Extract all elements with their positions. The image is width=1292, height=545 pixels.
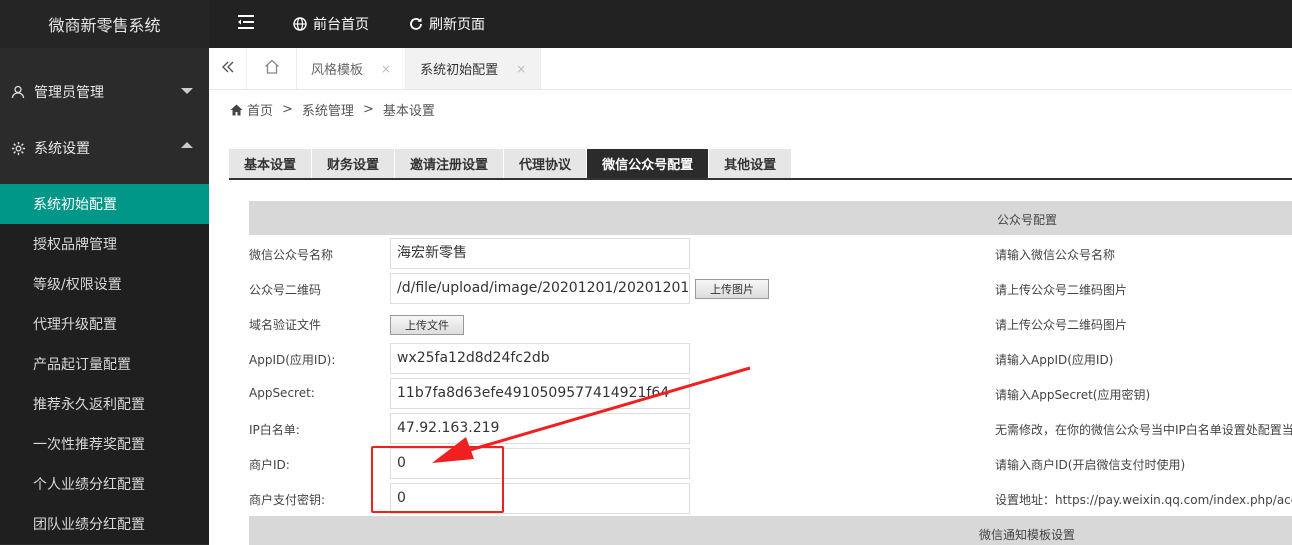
tab-other[interactable]: 其他设置 — [709, 149, 793, 178]
tab-basic[interactable]: 基本设置 — [229, 149, 313, 178]
menu-group-label: 系统设置 — [34, 141, 90, 157]
page-tab-bar: 风格模板 × 系统初始配置 × — [209, 48, 1292, 90]
section-title: 公众号配置 — [997, 213, 1058, 227]
close-icon[interactable]: × — [516, 62, 526, 76]
tab-home[interactable] — [247, 48, 297, 89]
field-hint: 请上传公众号二维码图片 — [995, 318, 1128, 332]
breadcrumb: 首页 > 系统管理 > 基本设置 — [230, 100, 435, 119]
breadcrumb-system[interactable]: 系统管理 — [302, 100, 354, 119]
field-label: 公众号二维码 — [249, 283, 322, 297]
home-icon — [264, 59, 280, 78]
ip-whitelist-input[interactable]: 47.92.163.219 — [390, 413, 690, 444]
front-page-link[interactable]: 前台首页 — [293, 14, 369, 34]
refresh-page-label: 刷新页面 — [429, 17, 485, 33]
field-hint: 请输入商户ID(开启微信支付时使用) — [995, 458, 1186, 472]
refresh-page-button[interactable]: 刷新页面 — [409, 14, 485, 34]
field-label: IP白名单: — [249, 423, 300, 437]
sidebar-item-moq[interactable]: 产品起订量配置 — [0, 344, 209, 384]
globe-icon — [293, 17, 307, 31]
field-label: 商户ID: — [249, 458, 290, 472]
upload-file-button[interactable]: 上传文件 — [390, 315, 464, 335]
field-label: 域名验证文件 — [249, 318, 322, 332]
menu-fold-button[interactable] — [237, 15, 255, 33]
front-page-label: 前台首页 — [313, 17, 369, 33]
double-chevron-left-icon — [221, 59, 235, 78]
tab-label: 系统初始配置 — [420, 63, 499, 78]
sidebar-item-brand[interactable]: 授权品牌管理 — [0, 224, 209, 264]
sidebar-item-upgrade[interactable]: 代理升级配置 — [0, 304, 209, 344]
sidebar-item-level[interactable]: 等级/权限设置 — [0, 264, 209, 304]
home-icon — [230, 104, 243, 116]
field-hint: 请输入微信公众号名称 — [995, 248, 1116, 262]
tab-init-config[interactable]: 系统初始配置 × — [406, 48, 542, 89]
form-row-ip-whitelist: IP白名单: 47.92.163.219 无需修改，在你的微信公众号当中IP白名… — [249, 411, 1292, 446]
form-row-appid: AppID(应用ID): wx25fa12d8d24fc2db 请输入AppID… — [249, 341, 1292, 376]
refresh-icon — [409, 17, 423, 31]
field-label: 商户支付密钥: — [249, 493, 326, 507]
sidebar-item-referral-bonus[interactable]: 一次性推荐奖配置 — [0, 424, 209, 464]
section-header-wechat: 公众号配置 — [249, 201, 1292, 235]
field-hint: 请上传公众号二维码图片 — [995, 283, 1128, 297]
form-row-appsecret: AppSecret: 11b7fa8d63efe4910509577414921… — [249, 376, 1292, 411]
tab-invite[interactable]: 邀请注册设置 — [395, 149, 505, 178]
field-hint: 请输入AppID(应用ID) — [995, 353, 1114, 367]
caret-up-icon — [181, 142, 193, 148]
annotation-highlight-box — [371, 446, 504, 513]
field-hint: 请输入AppSecret(应用密钥) — [995, 388, 1151, 402]
sidebar-item-personal-dividend[interactable]: 个人业绩分红配置 — [0, 464, 209, 504]
sidebar-item-team-dividend[interactable]: 团队业绩分红配置 — [0, 504, 209, 544]
tab-label: 风格模板 — [311, 63, 364, 78]
section-header-template: 微信通知模板设置 — [249, 516, 1292, 545]
user-icon — [10, 84, 26, 100]
qrcode-path-input[interactable]: /d/file/upload/image/20201201/202012011 — [390, 273, 690, 304]
config-tabs: 基本设置 财务设置 邀请注册设置 代理协议 微信公众号配置 其他设置 — [229, 149, 1292, 180]
sidebar-item-rebate[interactable]: 推荐永久返利配置 — [0, 384, 209, 424]
caret-down-icon — [181, 88, 193, 94]
tab-agreement[interactable]: 代理协议 — [504, 149, 588, 178]
menu-fold-icon — [237, 15, 255, 33]
breadcrumb-home[interactable]: 首页 — [247, 100, 273, 119]
form-row-name: 微信公众号名称 海宏新零售 请输入微信公众号名称 — [249, 236, 1292, 271]
menu-group-system[interactable]: 系统设置 — [0, 120, 209, 176]
field-hint: 设置地址：https://pay.weixin.qq.com/index.php… — [995, 493, 1292, 507]
brand-title: 微商新零售系统 — [0, 0, 209, 48]
breadcrumb-separator: > — [282, 102, 293, 117]
form-row-domain-file: 域名验证文件 上传文件 请上传公众号二维码图片 — [249, 306, 1292, 341]
top-bar: 前台首页 刷新页面 — [209, 0, 1292, 48]
field-label: AppID(应用ID): — [249, 353, 336, 367]
tab-finance[interactable]: 财务设置 — [312, 149, 396, 178]
close-icon[interactable]: × — [381, 62, 391, 76]
breadcrumb-basic: 基本设置 — [382, 104, 435, 119]
menu-group-admin[interactable]: 管理员管理 — [0, 64, 209, 120]
wechat-name-input[interactable]: 海宏新零售 — [390, 238, 690, 269]
upload-image-button[interactable]: 上传图片 — [695, 279, 769, 299]
menu-group-label: 管理员管理 — [34, 85, 104, 101]
sidebar-item-init-config[interactable]: 系统初始配置 — [0, 184, 209, 224]
gear-icon — [10, 140, 26, 156]
tabs-scroll-left-button[interactable] — [209, 48, 247, 89]
appsecret-input[interactable]: 11b7fa8d63efe4910509577414921f64 — [390, 378, 690, 409]
field-hint: 无需修改，在你的微信公众号当中IP白名单设置处配置当 — [995, 423, 1292, 437]
breadcrumb-separator: > — [362, 102, 374, 117]
field-label: AppSecret: — [249, 386, 315, 400]
field-label: 微信公众号名称 — [249, 248, 334, 262]
sub-menu: 系统初始配置 授权品牌管理 等级/权限设置 代理升级配置 产品起订量配置 推荐永… — [0, 184, 209, 544]
form-row-qrcode: 公众号二维码 /d/file/upload/image/20201201/202… — [249, 271, 1292, 306]
appid-input[interactable]: wx25fa12d8d24fc2db — [390, 343, 690, 374]
section-title: 微信通知模板设置 — [979, 528, 1076, 542]
sidebar: 微商新零售系统 管理员管理 系统设置 系统初始配置 授权品牌管理 等级/权限设置… — [0, 0, 209, 545]
tab-style-template[interactable]: 风格模板 × — [297, 48, 407, 89]
tab-wechat[interactable]: 微信公众号配置 — [587, 149, 710, 178]
